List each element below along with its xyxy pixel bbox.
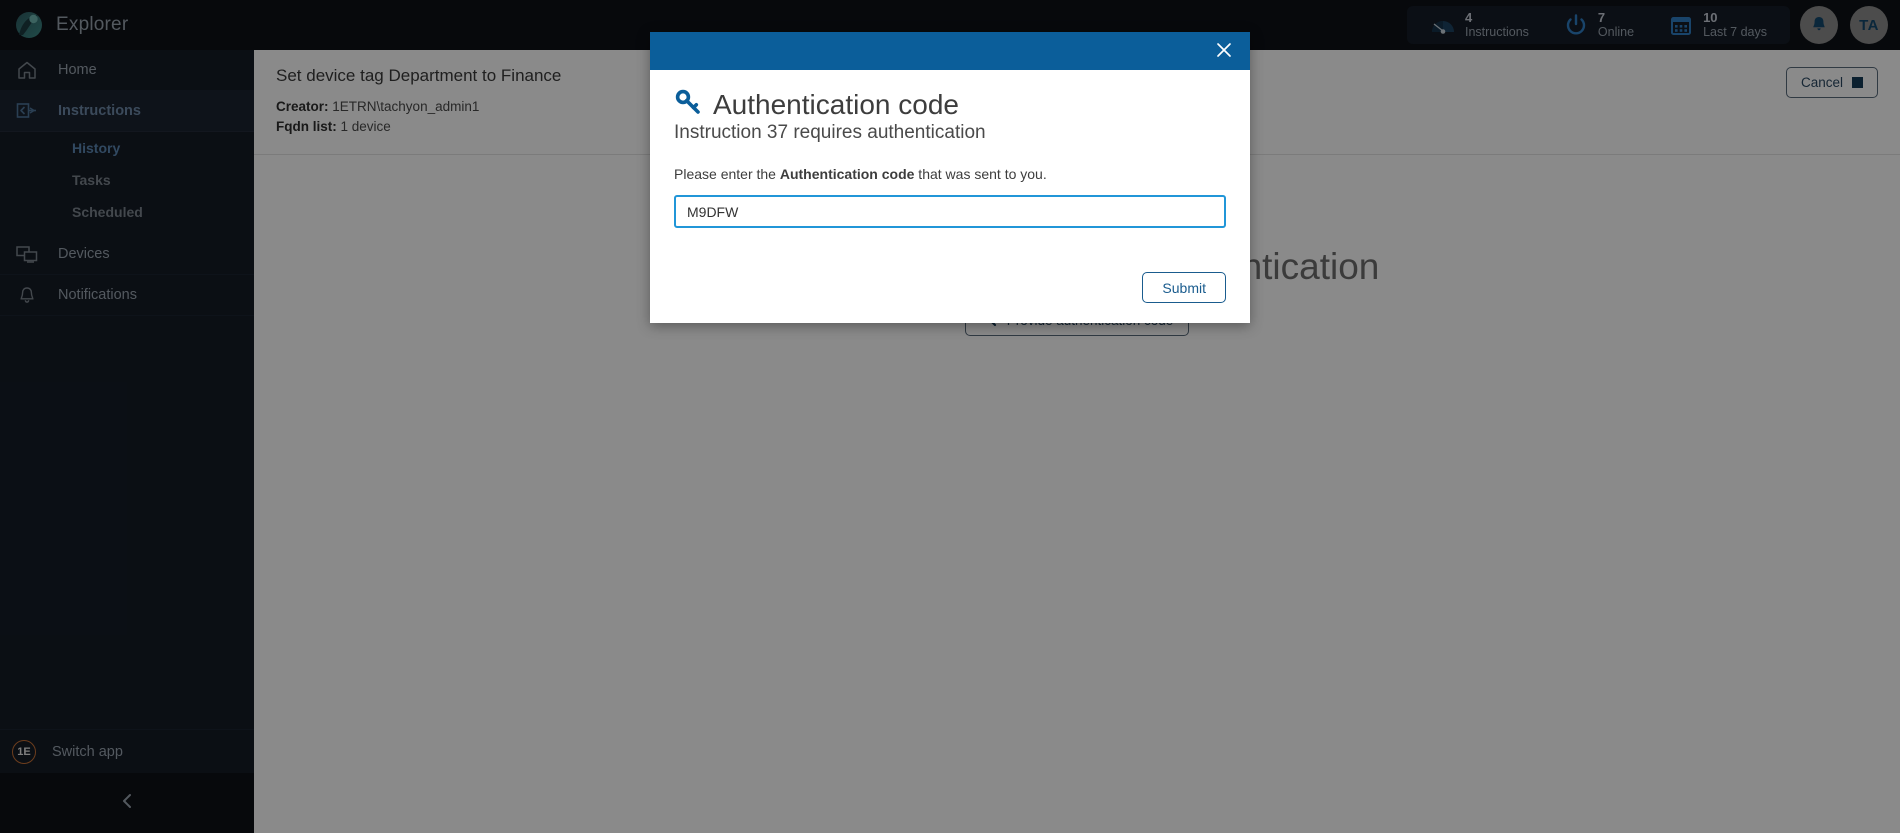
instruction-prefix: Please enter the (674, 166, 780, 183)
modal-title: Authentication code (713, 89, 959, 120)
modal-subtitle: Instruction 37 requires authentication (674, 122, 986, 144)
authentication-code-input[interactable] (674, 195, 1226, 229)
submit-button[interactable]: Submit (1142, 272, 1226, 304)
key-icon (674, 88, 702, 121)
modal-title-row: Authentication code (674, 88, 1226, 121)
authentication-code-modal: Authentication code Instruction 37 requi… (650, 32, 1250, 324)
instruction-bold: Authentication code (779, 166, 915, 183)
instruction-suffix: that was sent to you. (914, 166, 1047, 183)
close-button[interactable] (1212, 39, 1236, 63)
app-root: Explorer 4 Instructions 7 Online 10 Last… (0, 0, 1900, 833)
close-icon (1214, 40, 1234, 63)
modal-instruction: Please enter the Authentication code tha… (674, 166, 1226, 182)
modal-header (650, 32, 1250, 70)
modal-footer: Submit (674, 272, 1226, 304)
modal-body: Authentication code Instruction 37 requi… (650, 70, 1250, 323)
